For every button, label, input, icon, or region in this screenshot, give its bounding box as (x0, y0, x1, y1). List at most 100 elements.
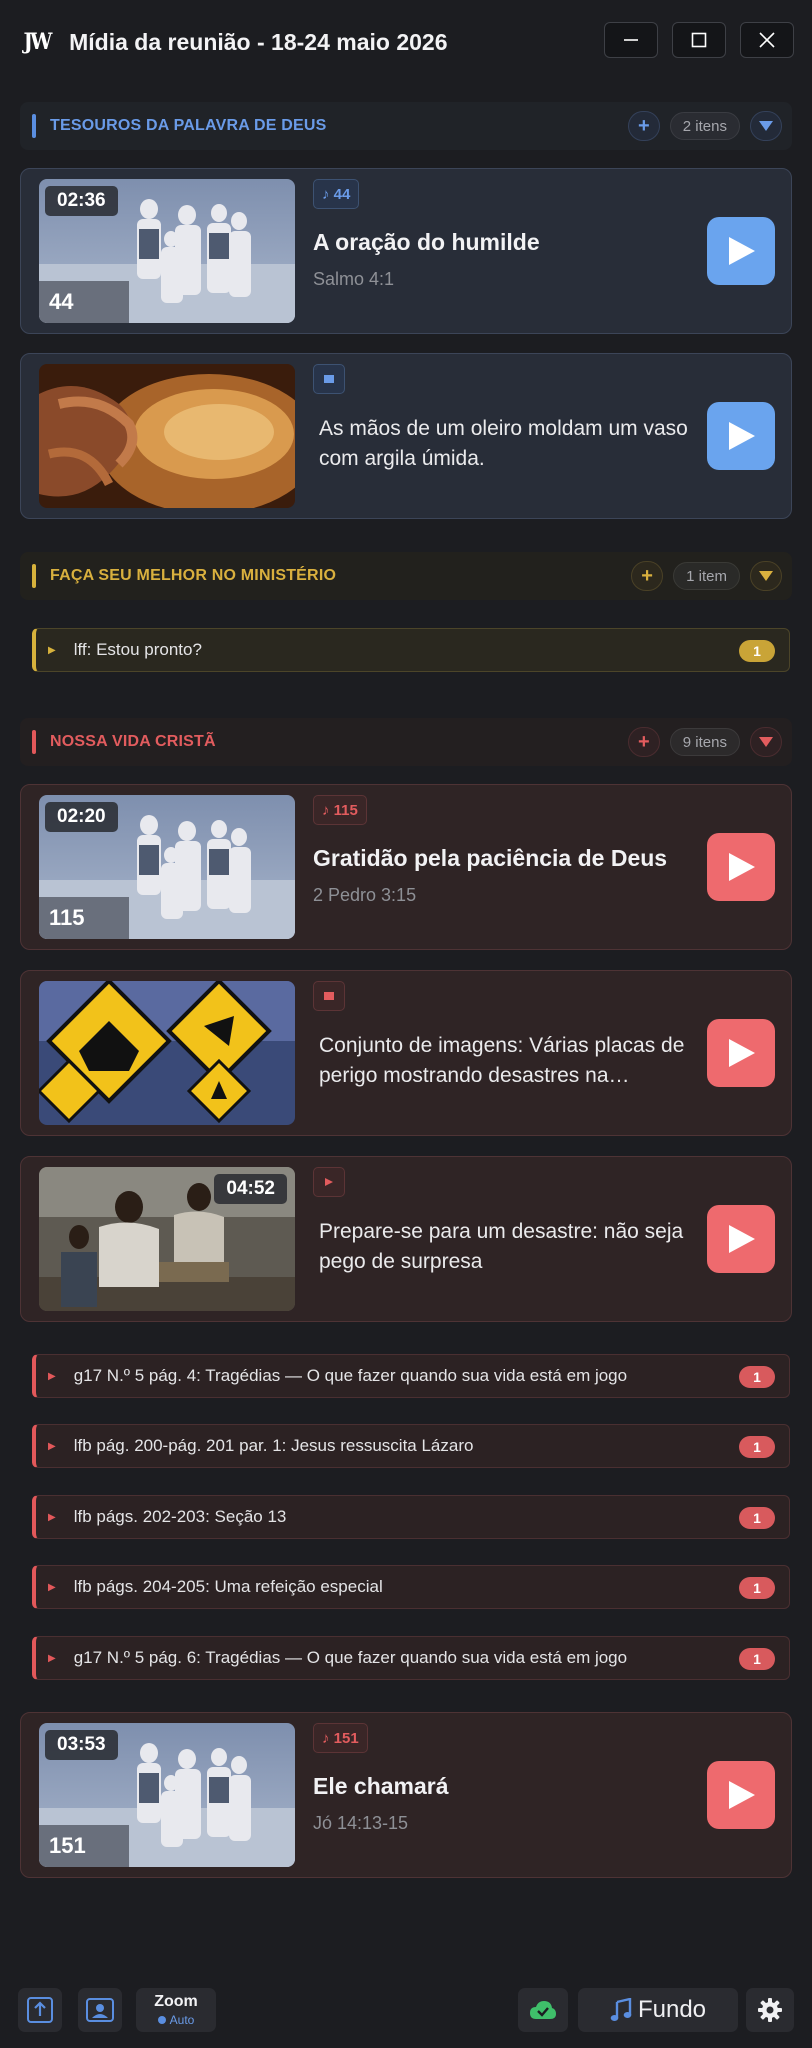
duration-badge: 04:52 (214, 1174, 287, 1204)
media-card-video[interactable]: 04:52 Prepare-se para um desastre: não s… (20, 1156, 792, 1322)
list-item[interactable]: ▶ lff: Estou pronto? 1 (32, 628, 790, 672)
play-button[interactable] (707, 833, 775, 901)
list-item-label: lfb pág. 200-pág. 201 par. 1: Jesus ress… (73, 1436, 474, 1455)
media-card-image[interactable]: As mãos de um oleiro moldam um vaso com … (20, 353, 792, 519)
play-icon (729, 1039, 755, 1067)
title-bar: JW Mídia da reunião - 18-24 maio 2026 (0, 0, 812, 84)
item-count: 2 itens (669, 112, 740, 140)
add-media-button[interactable]: + (627, 727, 660, 757)
sync-status-button[interactable] (518, 1988, 568, 2032)
window-controls (604, 22, 794, 58)
media-card-song[interactable]: 02:36 44 ♪ 44 A oração do humilde Salmo … (20, 168, 792, 334)
app-logo: JW (23, 29, 52, 55)
minimize-button[interactable] (604, 22, 658, 58)
song-title: A oração do humilde (313, 229, 540, 255)
zoom-mode: Auto (169, 2013, 195, 2027)
song-thumbnail: 03:53 151 (39, 1723, 295, 1867)
list-item[interactable]: ▶ lfb pág. 200-pág. 201 par. 1: Jesus re… (32, 1424, 790, 1468)
close-icon (759, 32, 775, 48)
upload-button[interactable] (18, 1988, 62, 2032)
list-item-label: g17 N.º 5 pág. 4: Tragédias — O que faze… (73, 1366, 628, 1385)
add-media-button[interactable]: + (627, 111, 660, 141)
collapse-section-button[interactable] (750, 727, 782, 757)
item-count-badge: 1 (739, 1366, 775, 1388)
list-item-label: lff: Estou pronto? (73, 640, 202, 659)
list-item[interactable]: ▶ lfb págs. 204-205: Uma refeição especi… (32, 1565, 790, 1609)
media-description: Prepare-se para um desastre: não seja pe… (319, 1220, 684, 1273)
camera-button[interactable] (78, 1988, 122, 2032)
expand-caret-icon[interactable]: ▶ (48, 1582, 56, 1593)
expand-caret-icon[interactable]: ▶ (48, 1371, 56, 1382)
song-number-overlay: 151 (39, 1825, 129, 1867)
list-item-label: lfb págs. 202-203: Seção 13 (73, 1507, 287, 1526)
collapse-section-button[interactable] (750, 111, 782, 141)
song-tag: ♪ 115 (313, 795, 367, 825)
item-count-badge: 1 (739, 1436, 775, 1458)
item-count-badge: 1 (739, 1507, 775, 1529)
settings-button[interactable] (746, 1988, 794, 2032)
duration-badge: 02:36 (45, 186, 118, 216)
triangle-down-icon (759, 121, 773, 131)
video-type-tag (313, 1167, 345, 1197)
list-item[interactable]: ▶ lfb págs. 202-203: Seção 13 1 (32, 1495, 790, 1539)
item-count-badge: 1 (739, 1577, 775, 1599)
close-button[interactable] (740, 22, 794, 58)
list-item[interactable]: ▶ g17 N.º 5 pág. 4: Tragédias — O que fa… (32, 1354, 790, 1398)
play-button[interactable] (707, 1019, 775, 1087)
cloud-check-icon (530, 2001, 556, 2019)
section-title: NOSSA VIDA CRISTÃ (50, 733, 216, 750)
expand-caret-icon[interactable]: ▶ (48, 645, 56, 656)
duration-badge: 03:53 (45, 1730, 118, 1760)
item-count-badge: 1 (739, 1648, 775, 1670)
plus-icon: + (641, 565, 653, 587)
media-description: Conjunto de imagens: Várias placas de pe… (319, 1034, 685, 1087)
video-thumbnail: 04:52 (39, 1167, 295, 1311)
song-tag: ♪ 151 (313, 1723, 368, 1753)
media-description: As mãos de um oleiro moldam um vaso com … (319, 417, 688, 470)
play-icon (729, 1225, 755, 1253)
background-music-label: Fundo (637, 1996, 707, 2023)
play-button[interactable] (707, 1205, 775, 1273)
song-number-overlay: 44 (39, 281, 129, 323)
song-title: Ele chamará (313, 1773, 449, 1799)
collapse-section-button[interactable] (750, 561, 782, 591)
media-card-image[interactable]: Conjunto de imagens: Várias placas de pe… (20, 970, 792, 1136)
image-type-tag (313, 981, 345, 1011)
media-card-song[interactable]: 03:53 151 ♪ 151 Ele chamará Jó 14:13-15 (20, 1712, 792, 1878)
item-count: 9 itens (669, 728, 740, 756)
add-media-button[interactable]: + (631, 561, 664, 591)
play-button[interactable] (707, 1761, 775, 1829)
expand-caret-icon[interactable]: ▶ (48, 1512, 56, 1523)
zoom-label: Zoom (154, 1993, 198, 2010)
image-icon (324, 375, 334, 383)
play-button[interactable] (707, 217, 775, 285)
background-music-button[interactable]: Fundo (578, 1988, 738, 2032)
gear-icon (758, 1998, 782, 2022)
item-count-badge: 1 (739, 640, 775, 662)
zoom-button[interactable]: Zoom Auto (136, 1988, 216, 2032)
song-thumbnail: 02:36 44 (39, 179, 295, 323)
list-item[interactable]: ▶ g17 N.º 5 pág. 6: Tragédias — O que fa… (32, 1636, 790, 1680)
maximize-button[interactable] (672, 22, 726, 58)
section-accent-bar (32, 730, 36, 754)
image-thumbnail (39, 364, 295, 508)
camera-icon (86, 1998, 114, 2022)
plus-icon: + (637, 731, 650, 753)
expand-caret-icon[interactable]: ▶ (48, 1653, 56, 1664)
expand-caret-icon[interactable]: ▶ (48, 1441, 56, 1452)
media-card-song[interactable]: 02:20 115 ♪ 115 Gratidão pela paciência … (20, 784, 792, 950)
minimize-icon (624, 39, 638, 41)
song-number-overlay: 115 (39, 897, 129, 939)
plus-icon: + (637, 115, 650, 137)
song-scripture: 2 Pedro 3:15 (313, 885, 417, 905)
play-button[interactable] (707, 402, 775, 470)
music-note-icon (610, 1998, 632, 2021)
play-icon (729, 237, 755, 265)
video-icon (325, 1178, 333, 1186)
play-icon (729, 1781, 755, 1809)
section-header-tesouros[interactable]: TESOUROS DA PALAVRA DE DEUS + 2 itens (20, 102, 792, 150)
song-scripture: Jó 14:13-15 (313, 1813, 409, 1833)
song-scripture: Salmo 4:1 (313, 269, 395, 289)
section-header-vida-crista[interactable]: NOSSA VIDA CRISTÃ + 9 itens (20, 718, 792, 766)
section-header-ministerio[interactable]: FAÇA SEU MELHOR NO MINISTÉRIO + 1 item (20, 552, 792, 600)
